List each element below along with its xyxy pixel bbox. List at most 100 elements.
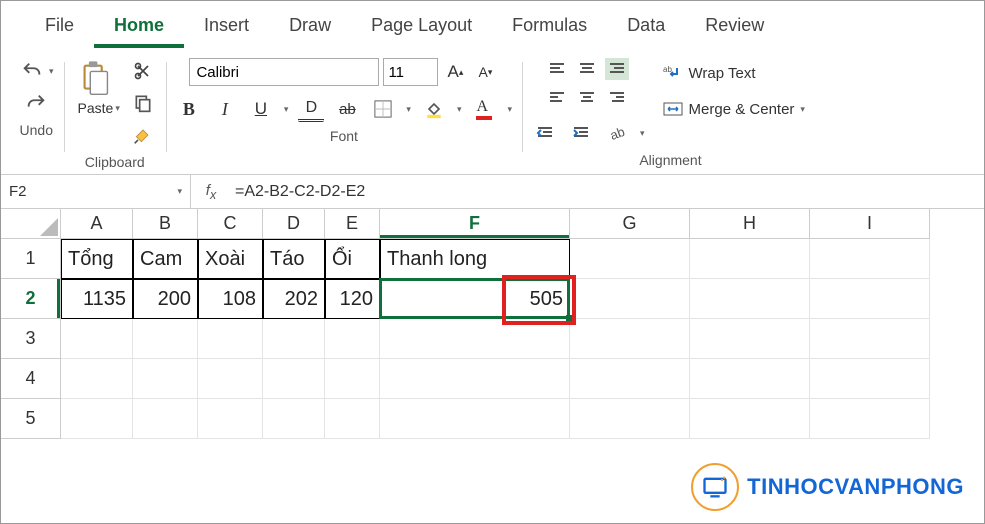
col-header-C[interactable]: C xyxy=(198,209,263,239)
tab-review[interactable]: Review xyxy=(685,9,784,48)
cell-G4[interactable] xyxy=(570,359,690,399)
cell-H2[interactable] xyxy=(690,279,810,319)
align-top-center[interactable] xyxy=(575,58,599,80)
wrap-text-button[interactable]: ab Wrap Text xyxy=(659,62,760,84)
col-header-G[interactable]: G xyxy=(570,209,690,239)
merge-center-button[interactable]: Merge & Center xyxy=(659,98,809,120)
tab-home[interactable]: Home xyxy=(94,9,184,48)
select-all-triangle[interactable] xyxy=(1,209,61,239)
cell-A1[interactable]: Tổng xyxy=(61,239,133,279)
row-header-1[interactable]: 1 xyxy=(1,239,61,279)
align-top-right[interactable] xyxy=(605,58,629,80)
cell-G2[interactable] xyxy=(570,279,690,319)
col-header-A[interactable]: A xyxy=(61,209,133,239)
cell-A2[interactable]: 1135 xyxy=(61,279,133,319)
cell-I1[interactable] xyxy=(810,239,930,279)
cell-C4[interactable] xyxy=(198,359,263,399)
row-header-5[interactable]: 5 xyxy=(1,399,61,439)
cell-C3[interactable] xyxy=(198,319,263,359)
cut-button[interactable] xyxy=(130,58,156,84)
decrease-font-icon[interactable]: A▾ xyxy=(472,59,498,85)
cell-A5[interactable] xyxy=(61,399,133,439)
underline-button[interactable]: U xyxy=(248,96,274,122)
col-header-D[interactable]: D xyxy=(263,209,325,239)
col-header-H[interactable]: H xyxy=(690,209,810,239)
cell-B3[interactable] xyxy=(133,319,198,359)
paste-button[interactable]: Paste xyxy=(74,58,124,118)
col-header-B[interactable]: B xyxy=(133,209,198,239)
cell-F4[interactable] xyxy=(380,359,570,399)
format-painter-button[interactable] xyxy=(130,122,156,148)
italic-button[interactable]: I xyxy=(212,96,238,122)
align-right[interactable] xyxy=(605,86,629,108)
increase-font-icon[interactable]: A▴ xyxy=(442,59,468,85)
cell-A3[interactable] xyxy=(61,319,133,359)
fx-icon[interactable]: fx xyxy=(191,182,231,202)
undo-button[interactable] xyxy=(19,58,45,84)
cell-I2[interactable] xyxy=(810,279,930,319)
cell-B4[interactable] xyxy=(133,359,198,399)
strike-button[interactable]: ab xyxy=(334,96,360,122)
cell-G5[interactable] xyxy=(570,399,690,439)
tab-insert[interactable]: Insert xyxy=(184,9,269,48)
cell-E2[interactable]: 120 xyxy=(325,279,380,319)
align-center[interactable] xyxy=(575,86,599,108)
cell-E1[interactable]: Ổi xyxy=(325,239,380,279)
cell-D1[interactable]: Táo xyxy=(263,239,325,279)
tab-formulas[interactable]: Formulas xyxy=(492,9,607,48)
cell-I4[interactable] xyxy=(810,359,930,399)
cell-D2[interactable]: 202 xyxy=(263,279,325,319)
cell-F5[interactable] xyxy=(380,399,570,439)
increase-indent-button[interactable] xyxy=(568,120,594,146)
cell-C2[interactable]: 108 xyxy=(198,279,263,319)
cell-D5[interactable] xyxy=(263,399,325,439)
cell-E3[interactable] xyxy=(325,319,380,359)
tab-page-layout[interactable]: Page Layout xyxy=(351,9,492,48)
tab-data[interactable]: Data xyxy=(607,9,685,48)
copy-button[interactable] xyxy=(130,90,156,116)
row-header-3[interactable]: 3 xyxy=(1,319,61,359)
formula-input[interactable]: =A2-B2-C2-D2-E2 xyxy=(231,183,365,201)
cell-D4[interactable] xyxy=(263,359,325,399)
cell-F3[interactable] xyxy=(380,319,570,359)
fill-color-button[interactable] xyxy=(421,96,447,122)
align-left[interactable] xyxy=(545,86,569,108)
cell-A4[interactable] xyxy=(61,359,133,399)
cell-I3[interactable] xyxy=(810,319,930,359)
cell-I5[interactable] xyxy=(810,399,930,439)
col-header-I[interactable]: I xyxy=(810,209,930,239)
cell-G3[interactable] xyxy=(570,319,690,359)
cell-F2[interactable]: 505 xyxy=(380,279,570,319)
align-top-left[interactable] xyxy=(545,58,569,80)
cell-C5[interactable] xyxy=(198,399,263,439)
cell-E4[interactable] xyxy=(325,359,380,399)
cell-F1[interactable]: Thanh long xyxy=(380,239,570,279)
double-underline-button[interactable]: D xyxy=(298,96,324,122)
cell-H1[interactable] xyxy=(690,239,810,279)
row-header-2[interactable]: 2 xyxy=(1,279,61,319)
cell-H5[interactable] xyxy=(690,399,810,439)
orientation-button[interactable]: ab xyxy=(604,120,630,146)
col-header-F[interactable]: F xyxy=(380,209,570,239)
cell-D3[interactable] xyxy=(263,319,325,359)
tab-draw[interactable]: Draw xyxy=(269,9,351,48)
cell-C1[interactable]: Xoài xyxy=(198,239,263,279)
font-name-select[interactable] xyxy=(189,58,379,86)
cell-B5[interactable] xyxy=(133,399,198,439)
cell-G1[interactable] xyxy=(570,239,690,279)
undo-dropdown-icon[interactable] xyxy=(49,66,54,77)
font-color-button[interactable]: A xyxy=(471,96,497,122)
cell-B1[interactable]: Cam xyxy=(133,239,198,279)
borders-button[interactable] xyxy=(370,96,396,122)
cell-H4[interactable] xyxy=(690,359,810,399)
col-header-E[interactable]: E xyxy=(325,209,380,239)
row-header-4[interactable]: 4 xyxy=(1,359,61,399)
bold-button[interactable]: B xyxy=(176,96,202,122)
cell-B2[interactable]: 200 xyxy=(133,279,198,319)
cell-H3[interactable] xyxy=(690,319,810,359)
decrease-indent-button[interactable] xyxy=(532,120,558,146)
name-box[interactable]: F2 xyxy=(1,175,191,208)
cell-E5[interactable] xyxy=(325,399,380,439)
redo-button[interactable] xyxy=(23,90,49,116)
tab-file[interactable]: File xyxy=(25,9,94,48)
